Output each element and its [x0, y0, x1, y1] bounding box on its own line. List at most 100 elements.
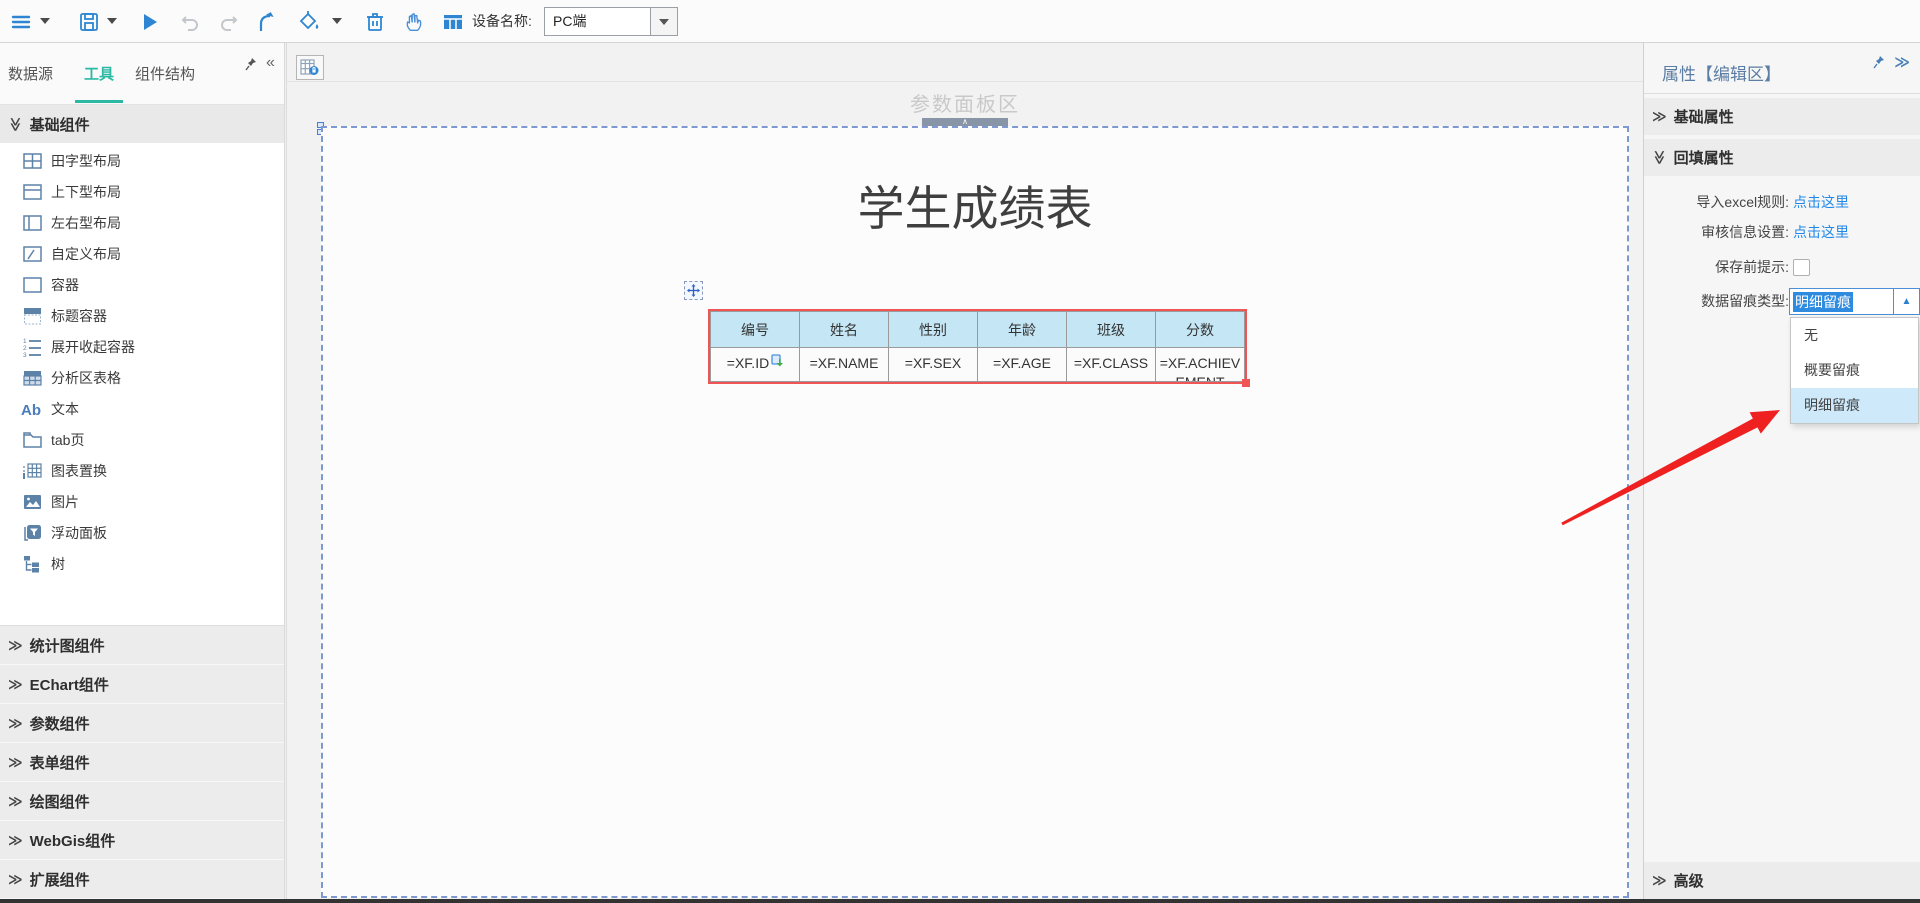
collapse-right-panel-icon[interactable]: ≫ [1894, 53, 1910, 71]
expand-collapse-container-icon: 123 [21, 336, 43, 357]
properties-title: 属性【编辑区】 [1662, 60, 1781, 85]
component-label: 树 [51, 554, 65, 574]
component-item-top-bottom[interactable]: 上下型布局 [0, 176, 284, 207]
table-cell[interactable]: =XF.SEX [889, 348, 978, 382]
section-backfill-properties[interactable]: ≫ 回填属性 [1644, 139, 1920, 176]
grid-lock-icon[interactable] [296, 55, 324, 80]
chevron-collapsed-icon: ≫ [8, 871, 23, 888]
excel-rule-link[interactable]: 点击这里 [1793, 192, 1849, 212]
section-label: WebGis组件 [30, 830, 116, 851]
component-item-text[interactable]: Ab 文本 [0, 393, 284, 424]
component-item-chart-swap[interactable]: 图表置换 [0, 455, 284, 486]
dropdown-option-detail[interactable]: 明细留痕 [1791, 388, 1918, 423]
dropdown-option-none[interactable]: 无 [1791, 318, 1918, 353]
table-cell[interactable]: =XF.AGE [978, 348, 1067, 382]
tab-structure[interactable]: 组件结构 [135, 63, 195, 84]
section-extensions[interactable]: ≫扩展组件 [0, 860, 284, 899]
trash-icon[interactable] [362, 9, 388, 35]
column-header[interactable]: 编号 [711, 312, 800, 348]
section-label: 表单组件 [30, 752, 90, 773]
analysis-table-icon [21, 367, 43, 388]
property-row-save-tip: 保存前提示: [1644, 256, 1920, 278]
chevron-collapsed-icon: ≫ [8, 676, 23, 693]
component-item-tab-page[interactable]: tab页 [0, 424, 284, 455]
table-cell[interactable]: =XF.ACHIEVEMENT [1156, 348, 1245, 382]
hand-pan-icon[interactable] [401, 9, 427, 35]
svg-text:Ab: Ab [21, 402, 41, 419]
selection-resize-handle[interactable] [1242, 379, 1250, 387]
menu-caret-icon[interactable] [40, 18, 50, 24]
table-cell[interactable]: =XF.ID [711, 348, 800, 382]
menu-icon[interactable] [8, 9, 34, 35]
left-panel-tabs: 数据源 工具 组件结构 « [0, 43, 284, 105]
section-drawing[interactable]: ≫绘图组件 [0, 782, 284, 821]
paint-caret-icon[interactable] [332, 18, 342, 24]
column-header[interactable]: 性别 [889, 312, 978, 348]
pin-icon[interactable] [245, 57, 258, 71]
section-label: 参数组件 [30, 713, 90, 734]
device-name-label: 设备名称: [472, 0, 532, 42]
component-item-custom-layout[interactable]: 自定义布局 [0, 238, 284, 269]
section-echart[interactable]: ≫EChart组件 [0, 665, 284, 704]
parameter-panel-label: 参数面板区 [287, 88, 1643, 117]
component-item-left-right[interactable]: 左右型布局 [0, 207, 284, 238]
component-label: 自定义布局 [51, 244, 121, 264]
save-tip-checkbox[interactable] [1793, 259, 1810, 276]
report-page[interactable]: 学生成绩表 [321, 126, 1629, 898]
component-label: 浮动面板 [51, 523, 107, 543]
section-basic-components[interactable]: ≫ 基础组件 [0, 105, 284, 143]
select-collapse-arrow-icon[interactable]: ▲ [1893, 289, 1919, 314]
component-item-image[interactable]: 图片 [0, 486, 284, 517]
section-advanced[interactable]: ≫ 高级 [1644, 862, 1920, 899]
column-header[interactable]: 分数 [1156, 312, 1245, 348]
column-header[interactable]: 姓名 [800, 312, 889, 348]
section-basic-properties[interactable]: ≫ 基础属性 [1644, 98, 1920, 135]
component-item-container[interactable]: 容器 [0, 269, 284, 300]
component-label: 展开收起容器 [51, 337, 135, 357]
section-forms[interactable]: ≫表单组件 [0, 743, 284, 782]
table-move-handle-icon[interactable] [684, 281, 703, 300]
table-data-row: =XF.ID =XF.NAME =XF.SEX =XF.AGE =XF.CLAS… [711, 348, 1245, 382]
table-header-row: 编号 姓名 性别 年龄 班级 分数 [711, 312, 1245, 348]
section-label: 基础组件 [30, 114, 90, 135]
backfill-table[interactable]: 编号 姓名 性别 年龄 班级 分数 =XF.ID =XF.NAME =XF.SE… [708, 309, 1247, 384]
paint-bucket-icon[interactable] [296, 9, 322, 35]
collapse-left-panel-icon[interactable]: « [266, 54, 275, 72]
undo-icon[interactable] [177, 9, 203, 35]
dropdown-option-summary[interactable]: 概要留痕 [1791, 353, 1918, 388]
section-label: 统计图组件 [30, 635, 105, 656]
run-icon[interactable] [136, 9, 162, 35]
column-header[interactable]: 年龄 [978, 312, 1067, 348]
component-item-grid-layout[interactable]: 田字型布局 [0, 145, 284, 176]
trace-type-select[interactable]: 明细留痕 ▲ [1789, 288, 1920, 315]
table-cell[interactable]: =XF.NAME [800, 348, 889, 382]
section-label: 基础属性 [1674, 106, 1734, 127]
device-select-arrow-icon[interactable] [650, 8, 677, 35]
upload-icon[interactable] [253, 9, 279, 35]
tab-tools[interactable]: 工具 [84, 63, 114, 84]
panel-layout-icon[interactable] [440, 9, 466, 35]
tab-datasource[interactable]: 数据源 [8, 63, 53, 84]
trace-type-dropdown: 无 概要留痕 明细留痕 [1790, 317, 1919, 424]
component-item-float-panel[interactable]: 浮动面板 [0, 517, 284, 548]
device-select[interactable]: PC端 [544, 7, 678, 36]
pin-icon[interactable] [1873, 55, 1886, 69]
window-bottom-edge [0, 899, 1920, 903]
column-header[interactable]: 班级 [1067, 312, 1156, 348]
redo-icon[interactable] [216, 9, 242, 35]
save-icon[interactable] [76, 9, 102, 35]
component-item-tree[interactable]: 树 [0, 548, 284, 579]
report-designer-app: 设备名称: PC端 数据源 工具 组件结构 « ≫ 基础组件 田字型布局 [0, 0, 1920, 903]
component-item-expand-collapse[interactable]: 123 展开收起容器 [0, 331, 284, 362]
canvas-divider [287, 81, 1643, 82]
section-stat-charts[interactable]: ≫统计图组件 [0, 626, 284, 665]
page-title: 学生成绩表 [323, 170, 1627, 239]
audit-info-link[interactable]: 点击这里 [1793, 222, 1849, 242]
table-cell[interactable]: =XF.CLASS [1067, 348, 1156, 382]
component-item-analysis-table[interactable]: 分析区表格 [0, 362, 284, 393]
grid-layout-icon [21, 150, 43, 171]
save-caret-icon[interactable] [107, 18, 117, 24]
section-parameters[interactable]: ≫参数组件 [0, 704, 284, 743]
section-webgis[interactable]: ≫WebGis组件 [0, 821, 284, 860]
component-item-title-container[interactable]: 标题容器 [0, 300, 284, 331]
